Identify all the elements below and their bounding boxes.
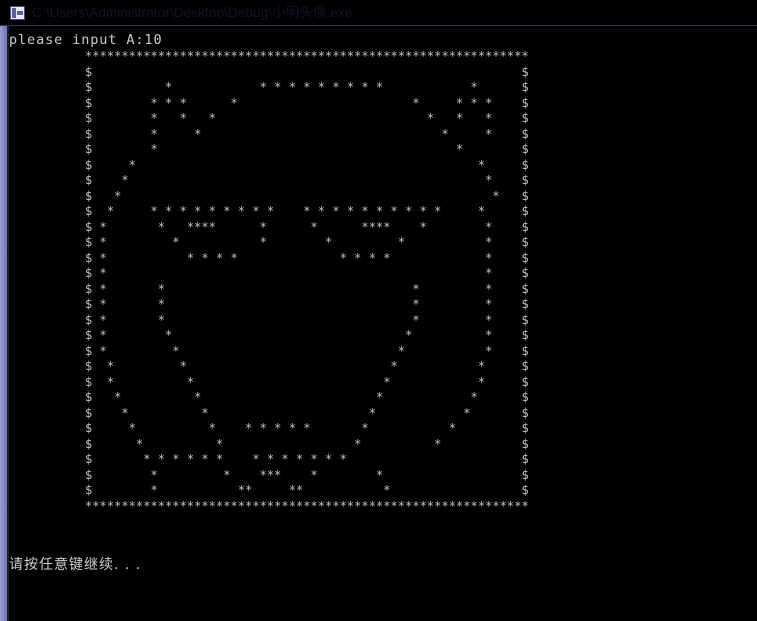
ascii-art-row: $ * * * * * * $ — [85, 111, 529, 125]
ascii-art-row: ****************************************… — [85, 49, 529, 63]
console-window: C:\Users\Administrator\Desktop\Debug\小明头… — [0, 0, 757, 621]
ascii-art-row: $ * * * * $ — [85, 328, 529, 342]
prompt-output-line: please input A:10 — [9, 32, 163, 48]
ascii-art-row: $ * * * * $ — [85, 343, 529, 358]
ascii-art-row: $ * * * * * * * * $ — [85, 95, 529, 110]
ascii-art-row: $ * * * * $ — [85, 374, 529, 389]
ascii-art-row: $ * * * * $ — [85, 359, 529, 373]
ascii-art-row: $ $ — [85, 64, 529, 79]
ascii-art-row: $ * * * * $ — [85, 390, 529, 404]
ascii-art-row: $ * * * * $ — [85, 281, 529, 296]
ascii-art-row: $ * * $ — [85, 157, 529, 172]
console-client-area[interactable]: please input A:10 **********************… — [9, 27, 757, 621]
ascii-art-row: $ * * * * * * * * * * $ — [85, 250, 529, 265]
ascii-art-row: $ * * * * * * * * * * * * * * * * * * * … — [85, 204, 529, 218]
ascii-art-row: $ * * * * * * * * * * * * * $ — [85, 452, 529, 466]
ascii-art-row: $ * * * * * * $ — [85, 235, 529, 249]
console-app-icon — [10, 6, 25, 20]
window-title: C:\Users\Administrator\Desktop\Debug\小明头… — [32, 5, 353, 20]
ascii-art-row: $ * * $ — [85, 142, 529, 156]
ascii-art-row: $ * * * * $ — [85, 436, 529, 451]
ascii-art-canvas: ****************************************… — [85, 49, 529, 514]
ascii-art-row: $ * * $ — [85, 173, 529, 187]
title-bar[interactable]: C:\Users\Administrator\Desktop\Debug\小明头… — [0, 0, 757, 26]
ascii-art-row: $ * * * * * * * * * * * $ — [85, 80, 529, 94]
ascii-art-row: $ * * $ — [85, 266, 529, 280]
ascii-art-row: $ * * * * $ — [85, 126, 529, 141]
pause-message-line: 请按任意键继续. . . — [9, 557, 142, 573]
ascii-art-row: ****************************************… — [85, 498, 529, 513]
ascii-art-row: $ * ** ** * $ — [85, 483, 529, 497]
ascii-art-row: $ * * * * $ — [85, 405, 529, 420]
ascii-art-row: $ * * * * $ — [85, 312, 529, 327]
ascii-art-row: $ * * *** * * $ — [85, 467, 529, 482]
ascii-art-row: $ * * * * * * * * * $ — [85, 421, 529, 435]
ascii-art-row: $ * * $ — [85, 188, 529, 203]
ascii-art-row: $ * * **** * * **** * * $ — [85, 219, 529, 234]
text-cursor — [9, 569, 17, 571]
ascii-art-row: $ * * * * $ — [85, 297, 529, 311]
title-bar-content: C:\Users\Administrator\Desktop\Debug\小明头… — [10, 0, 352, 26]
